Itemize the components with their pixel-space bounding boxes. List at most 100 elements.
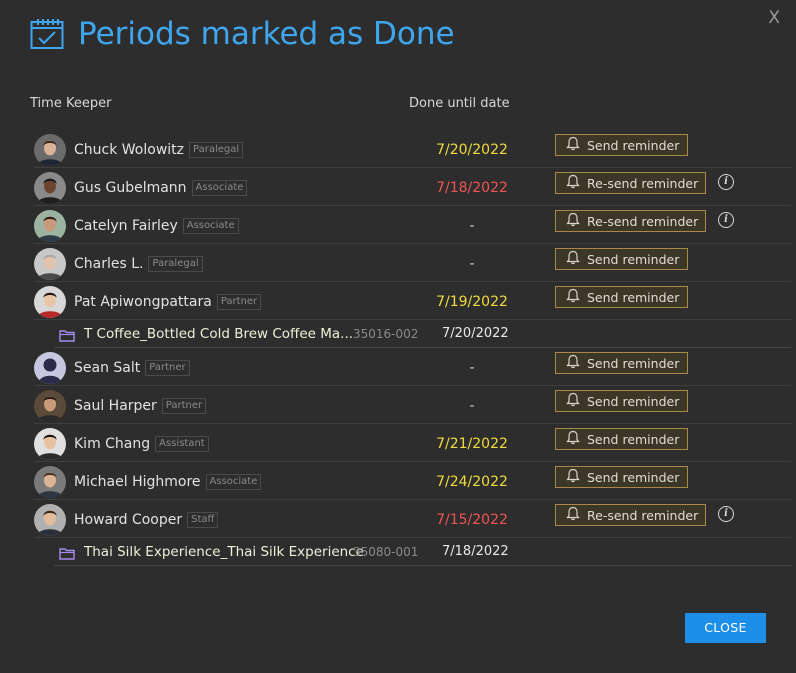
time-keeper-name-cell: Charles L. Paralegal <box>74 256 203 272</box>
time-keeper-name-cell: Michael Highmore Associate <box>74 474 262 490</box>
bell-icon <box>566 212 587 230</box>
avatar <box>34 428 66 460</box>
calendar-check-icon <box>30 18 64 50</box>
time-keeper-name: Kim Chang <box>74 436 151 452</box>
avatar <box>34 390 66 422</box>
time-keeper-name-cell: Saul Harper Partner <box>74 398 207 414</box>
bell-icon <box>566 430 587 448</box>
send-reminder-button[interactable]: Send reminder <box>555 352 688 374</box>
send-reminder-button[interactable]: Send reminder <box>555 390 688 412</box>
time-keeper-name: Chuck Wolowitz <box>74 142 184 158</box>
bell-icon <box>566 468 587 486</box>
done-until-date: - <box>469 256 475 272</box>
role-badge: Staff <box>187 512 219 528</box>
send-reminder-button[interactable]: Send reminder <box>555 286 688 308</box>
close-x-button[interactable]: X <box>768 8 780 28</box>
time-keeper-name: Pat Apiwongpattara <box>74 294 212 310</box>
bell-icon <box>566 506 587 524</box>
time-keeper-name-cell: Chuck Wolowitz Paralegal <box>74 142 244 158</box>
avatar <box>34 286 66 318</box>
time-keeper-row: Charles L. Paralegal - Send reminder <box>34 244 791 282</box>
time-keeper-row: Howard Cooper Staff 7/15/2022 Re-send remin… <box>34 500 791 538</box>
reminder-button-label: Send reminder <box>587 251 680 267</box>
bell-icon <box>566 288 587 306</box>
done-until-date: 7/21/2022 <box>436 436 508 452</box>
column-header-time-keeper: Time Keeper <box>30 96 112 111</box>
matter-code: 35016-002 <box>353 327 419 341</box>
role-badge: Partner <box>161 398 207 414</box>
avatar <box>34 210 66 242</box>
time-keeper-list: Chuck Wolowitz Paralegal 7/20/2022 Send rem… <box>34 130 791 566</box>
matter-row: T Coffee_Bottled Cold Brew Coffee Ma... 3… <box>54 320 791 348</box>
reminder-button-label: Send reminder <box>587 355 680 371</box>
column-header-done-until: Done until date <box>409 96 510 111</box>
reminder-button-label: Send reminder <box>587 469 680 485</box>
time-keeper-row: Kim Chang Assistant 7/21/2022 Send reminder <box>34 424 791 462</box>
time-keeper-name-cell: Gus Gubelmann Associate <box>74 180 248 196</box>
done-until-date: 7/15/2022 <box>436 512 508 528</box>
done-until-date: - <box>469 360 475 376</box>
role-badge: Associate <box>182 218 239 234</box>
time-keeper-name-cell: Pat Apiwongpattara Partner <box>74 294 262 310</box>
bell-icon <box>566 354 587 372</box>
matter-date: 7/20/2022 <box>442 326 509 341</box>
send-reminder-button[interactable]: Send reminder <box>555 466 688 488</box>
avatar <box>34 248 66 280</box>
time-keeper-name: Gus Gubelmann <box>74 180 187 196</box>
done-until-date: 7/19/2022 <box>436 294 508 310</box>
info-icon[interactable]: i <box>718 506 734 522</box>
avatar <box>34 466 66 498</box>
time-keeper-name-cell: Howard Cooper Staff <box>74 512 219 528</box>
matter-date: 7/18/2022 <box>442 544 509 559</box>
time-keeper-row: Chuck Wolowitz Paralegal 7/20/2022 Send rem… <box>34 130 791 168</box>
time-keeper-name: Howard Cooper <box>74 512 183 528</box>
time-keeper-name-cell: Kim Chang Assistant <box>74 436 209 452</box>
info-icon[interactable]: i <box>718 174 734 190</box>
reminder-button-label: Send reminder <box>587 289 680 305</box>
role-badge: Associate <box>205 474 262 490</box>
send-reminder-button[interactable]: Send reminder <box>555 248 688 270</box>
matter-row: Thai Silk Experience_Thai Silk Experienc… <box>54 538 791 566</box>
re-send-reminder-button[interactable]: Re-send reminder <box>555 210 706 232</box>
role-badge: Associate <box>191 180 248 196</box>
re-send-reminder-button[interactable]: Re-send reminder <box>555 504 706 526</box>
info-icon[interactable]: i <box>718 212 734 228</box>
role-badge: Partner <box>216 294 262 310</box>
avatar <box>34 134 66 166</box>
time-keeper-row: Gus Gubelmann Associate 7/18/2022 Re-send r… <box>34 168 791 206</box>
dialog-header: Periods marked as Done <box>30 16 455 52</box>
folder-icon <box>59 327 75 346</box>
send-reminder-button[interactable]: Send reminder <box>555 428 688 450</box>
done-until-date: - <box>469 218 475 234</box>
avatar <box>34 172 66 204</box>
time-keeper-name-cell: Sean Salt Partner <box>74 360 190 376</box>
matter-name: Thai Silk Experience_Thai Silk Experienc… <box>84 544 364 560</box>
folder-icon <box>59 545 75 564</box>
re-send-reminder-button[interactable]: Re-send reminder <box>555 172 706 194</box>
reminder-button-label: Send reminder <box>587 137 680 153</box>
role-badge: Assistant <box>155 436 209 452</box>
avatar <box>34 352 66 384</box>
role-badge: Paralegal <box>189 142 244 158</box>
dialog-title: Periods marked as Done <box>78 16 455 52</box>
time-keeper-name-cell: Catelyn Fairley Associate <box>74 218 239 234</box>
bell-icon <box>566 136 587 154</box>
time-keeper-row: Sean Salt Partner - Send reminder <box>34 348 791 386</box>
reminder-button-label: Re-send reminder <box>587 213 699 229</box>
done-until-date: 7/24/2022 <box>436 474 508 490</box>
send-reminder-button[interactable]: Send reminder <box>555 134 688 156</box>
bell-icon <box>566 392 587 410</box>
avatar <box>34 504 66 536</box>
time-keeper-row: Pat Apiwongpattara Partner 7/19/2022 Send r… <box>34 282 791 320</box>
time-keeper-row: Michael Highmore Associate 7/24/2022 Send r… <box>34 462 791 500</box>
time-keeper-name: Saul Harper <box>74 398 157 414</box>
matter-code: 35080-001 <box>353 545 419 559</box>
close-button[interactable]: CLOSE <box>685 613 766 643</box>
role-badge: Partner <box>145 360 190 376</box>
reminder-button-label: Re-send reminder <box>587 507 699 523</box>
bell-icon <box>566 250 587 268</box>
time-keeper-row: Saul Harper Partner - Send reminder <box>34 386 791 424</box>
done-until-date: - <box>469 398 475 414</box>
time-keeper-name: Catelyn Fairley <box>74 218 178 234</box>
reminder-button-label: Re-send reminder <box>587 175 699 191</box>
